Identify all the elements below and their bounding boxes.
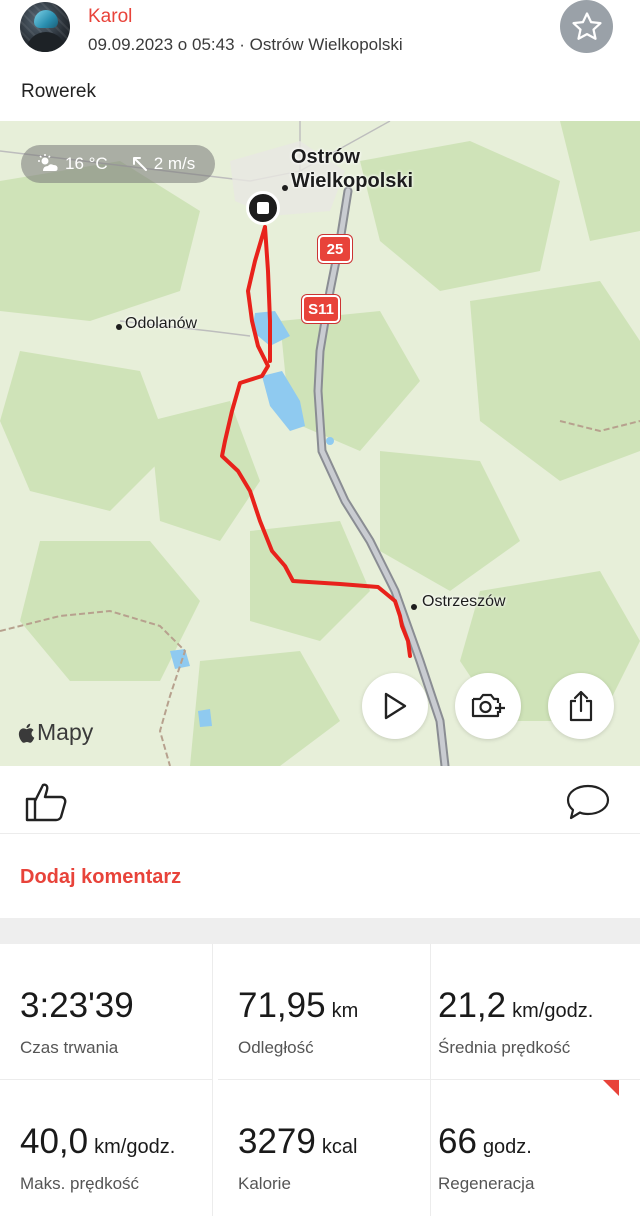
stat-unit: km: [331, 1000, 359, 1022]
finish-marker: [246, 191, 280, 225]
activity-title[interactable]: Rowerek: [21, 81, 96, 103]
map-canvas: [0, 121, 640, 766]
stat-distance[interactable]: 71,95 km Odległość: [218, 944, 431, 1080]
road-shield-s11: S11: [302, 295, 340, 323]
share-icon: [569, 690, 593, 722]
town-dot-south: [411, 604, 417, 610]
map-brand-label: Mapy: [37, 719, 94, 745]
stat-label: Odległość: [238, 1038, 314, 1057]
play-icon: [384, 692, 407, 720]
star-icon: [571, 11, 602, 40]
stat-max-speed[interactable]: 40,0 km/godz. Maks. prędkość: [0, 1080, 213, 1216]
stat-label: Czas trwania: [20, 1038, 119, 1057]
city-label: Ostrów Wielkopolski: [291, 146, 414, 192]
thumbs-up-icon: [25, 783, 67, 822]
route-map[interactable]: 16 °C 2 m/s Ostrów Wielkopolski Odolanów…: [0, 121, 640, 766]
stat-unit: km/godz.: [94, 1136, 176, 1158]
like-button[interactable]: [24, 781, 68, 823]
stat-unit: kcal: [321, 1136, 358, 1158]
activity-meta: 09.09.2023 o 05:43 · Ostrów Wielkopolski: [88, 35, 403, 54]
stat-label: Średnia prędkość: [438, 1038, 571, 1057]
town-label-west: Odolanów: [125, 315, 198, 332]
wind-direction-icon: [132, 157, 147, 171]
comment-icon: [566, 784, 610, 820]
share-button[interactable]: [548, 673, 614, 739]
stat-label: Maks. prędkość: [20, 1174, 140, 1193]
stats-grid: 3:23'39 Czas trwania 71,95 km Odległość 2…: [0, 944, 640, 1216]
town-label-south: Ostrzeszów: [422, 593, 506, 610]
avatar[interactable]: [20, 2, 70, 52]
map-attribution: Mapy: [17, 719, 93, 746]
stat-calories[interactable]: 3279 kcal Kalorie: [218, 1080, 431, 1216]
road-shield-25: 25: [318, 235, 352, 263]
stat-value: 71,95: [238, 986, 326, 1025]
wind-speed: 2 m/s: [153, 154, 196, 173]
social-actions: [0, 767, 640, 833]
stat-value: 66: [438, 1122, 477, 1161]
city-dot: [282, 185, 288, 191]
favorite-button[interactable]: [560, 0, 613, 53]
stat-value: 3279: [238, 1122, 316, 1161]
stat-unit: km/godz.: [512, 1000, 594, 1022]
stat-duration[interactable]: 3:23'39 Czas trwania: [0, 944, 213, 1080]
comment-button[interactable]: [565, 783, 611, 821]
stat-avg-speed[interactable]: 21,2 km/godz. Średnia prędkość: [418, 944, 640, 1080]
avatar-helmet: [34, 10, 58, 28]
town-dot-west: [116, 324, 122, 330]
play-route-button[interactable]: [362, 673, 428, 739]
add-photo-button[interactable]: [455, 673, 521, 739]
stat-label: Kalorie: [238, 1174, 291, 1193]
activity-header: Karol 09.09.2023 o 05:43 · Ostrów Wielko…: [0, 0, 640, 64]
weather-pill: 16 °C 2 m/s: [21, 145, 215, 183]
stat-value: 21,2: [438, 986, 507, 1025]
apple-logo-icon: [18, 723, 35, 743]
section-separator: [0, 918, 640, 944]
stat-label: Regeneracja: [438, 1174, 535, 1193]
partly-sunny-icon: [38, 154, 58, 171]
user-name[interactable]: Karol: [88, 6, 132, 28]
info-flag: [603, 1080, 619, 1096]
add-comment-link[interactable]: Dodaj komentarz: [20, 866, 181, 889]
camera-add-icon: [471, 693, 505, 718]
stat-value: 3:23'39: [20, 986, 134, 1025]
divider: [0, 833, 640, 834]
temperature: 16 °C: [65, 154, 108, 173]
stop-icon: [257, 202, 269, 214]
stat-recovery[interactable]: 66 godz. Regeneracja: [418, 1080, 640, 1216]
stat-value: 40,0: [20, 1122, 89, 1161]
stat-unit: godz.: [482, 1136, 532, 1158]
